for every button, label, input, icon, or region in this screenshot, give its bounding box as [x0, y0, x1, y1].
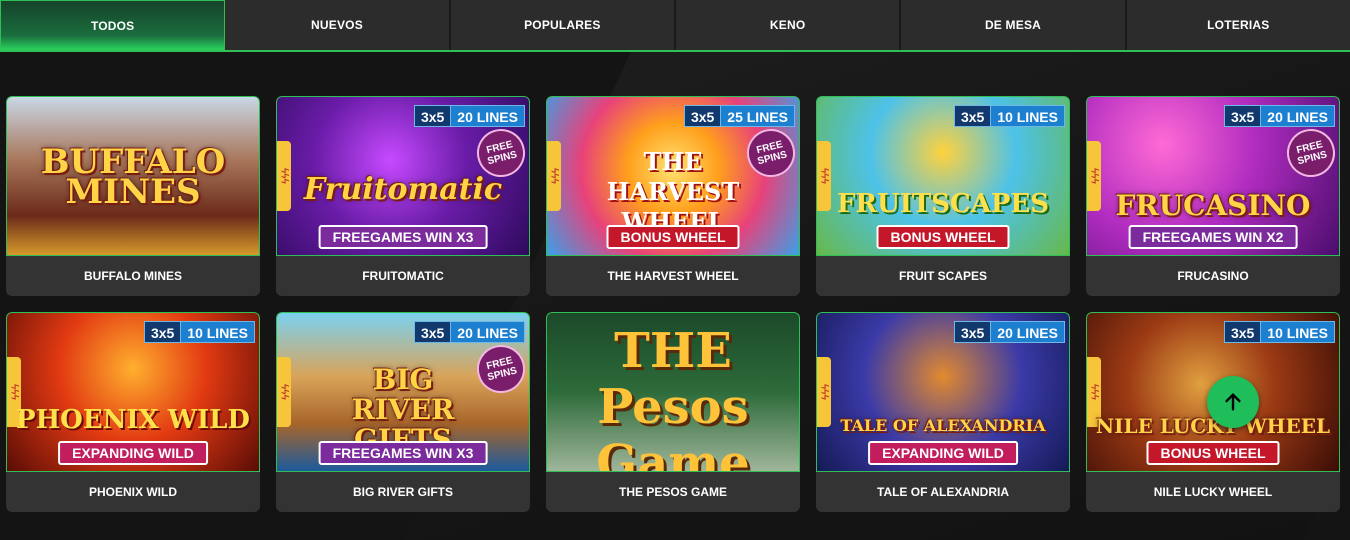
game-logo: FRUITSCAPES	[836, 189, 1050, 219]
game-title[interactable]: BUFFALO MINES	[6, 256, 260, 296]
lines-badge: 3x5 25 LINES	[683, 105, 795, 127]
game-title[interactable]: THE PESOS GAME	[546, 472, 800, 512]
game-title[interactable]: FRUCASINO	[1086, 256, 1340, 296]
category-tabs: TODOS NUEVOS POPULARES KENO DE MESA LOTE…	[0, 0, 1350, 52]
feature-banner: EXPANDING WILD	[868, 441, 1018, 465]
game-thumbnail[interactable]: ϟϟϟ 3x5 20 LINES FREE SPINS FRUCASINO FRE…	[1086, 96, 1340, 256]
game-thumbnail[interactable]: ϟϟϟ 3x5 10 LINES FRUITSCAPES BONUS WHEEL	[816, 96, 1070, 256]
game-thumbnail[interactable]: ϟϟϟ 3x5 20 LINES FREE SPINS BIG RIVER GIF…	[276, 312, 530, 472]
game-logo: Fruitomatic	[303, 172, 503, 207]
game-logo: THE HARVEST WHEEL	[606, 147, 740, 236]
game-title[interactable]: THE HARVEST WHEEL	[546, 256, 800, 296]
feature-banner: FREEGAMES WIN X3	[318, 225, 488, 249]
lines-badge: 3x5 10 LINES	[953, 105, 1065, 127]
game-card-pesos-game[interactable]: THE Pesos Game THE PESOS GAME	[546, 312, 800, 512]
game-title[interactable]: BIG RIVER GIFTS	[276, 472, 530, 512]
game-thumbnail[interactable]: ϟϟϟ 3x5 20 LINES TALE OF ALEXANDRIA EXPAN…	[816, 312, 1070, 472]
game-title[interactable]: PHOENIX WILD	[6, 472, 260, 512]
game-card-big-river-gifts[interactable]: ϟϟϟ 3x5 20 LINES FREE SPINS BIG RIVER GIF…	[276, 312, 530, 512]
game-card-phoenix-wild[interactable]: ϟϟϟ 3x5 10 LINES PHOENIX WILD EXPANDING W…	[6, 312, 260, 512]
game-logo: PHOENIX WILD	[16, 405, 250, 435]
game-card-buffalo-mines[interactable]: BUFFALO MINES BUFFALO MINES	[6, 96, 260, 296]
game-thumbnail[interactable]: ϟϟϟ 3x5 10 LINES PHOENIX WILD EXPANDING W…	[6, 312, 260, 472]
game-card-fruit-scapes[interactable]: ϟϟϟ 3x5 10 LINES FRUITSCAPES BONUS WHEEL …	[816, 96, 1070, 296]
games-grid: BUFFALO MINES BUFFALO MINES ϟϟϟ 3x5 20 LI…	[6, 96, 1340, 512]
arrow-up-icon	[1225, 393, 1241, 411]
tab-de-mesa[interactable]: DE MESA	[901, 0, 1127, 50]
game-thumbnail[interactable]: ϟϟϟ 3x5 25 LINES FREE SPINS THE HARVEST W…	[546, 96, 800, 256]
tab-keno[interactable]: KENO	[675, 0, 902, 50]
game-card-frucasino[interactable]: ϟϟϟ 3x5 20 LINES FREE SPINS FRUCASINO FRE…	[1086, 96, 1340, 296]
game-logo: BUFFALO MINES	[40, 142, 226, 212]
game-thumbnail[interactable]: ϟϟϟ 3x5 20 LINES FREE SPINS Fruitomatic F…	[276, 96, 530, 256]
feature-banner: BONUS WHEEL	[876, 225, 1010, 249]
lines-badge: 3x5 10 LINES	[143, 321, 255, 343]
lines-badge: 3x5 20 LINES	[953, 321, 1065, 343]
feature-banner: BONUS WHEEL	[1146, 441, 1280, 465]
free-spins-badge: FREE SPINS	[1281, 123, 1339, 183]
back-to-top-button[interactable]	[1207, 376, 1259, 428]
lines-badge: 3x5 10 LINES	[1223, 321, 1335, 343]
feature-banner: EXPANDING WILD	[58, 441, 208, 465]
feature-banner: FREEGAMES WIN X3	[318, 441, 488, 465]
tab-todos[interactable]: TODOS	[0, 0, 226, 50]
game-logo: THE Pesos Game	[596, 323, 750, 472]
game-thumbnail[interactable]: THE Pesos Game	[546, 312, 800, 472]
game-logo: TALE OF ALEXANDRIA	[840, 416, 1046, 435]
lines-badge: 3x5 20 LINES	[1223, 105, 1335, 127]
game-title[interactable]: TALE OF ALEXANDRIA	[816, 472, 1070, 512]
game-thumbnail[interactable]: BUFFALO MINES	[6, 96, 260, 256]
feature-banner: FREEGAMES WIN X2	[1128, 225, 1298, 249]
lines-badge: 3x5 20 LINES	[413, 321, 525, 343]
game-title[interactable]: NILE LUCKY WHEEL	[1086, 472, 1340, 512]
tab-populares[interactable]: POPULARES	[450, 0, 676, 50]
lines-badge: 3x5 20 LINES	[413, 105, 525, 127]
game-card-harvest-wheel[interactable]: ϟϟϟ 3x5 25 LINES FREE SPINS THE HARVEST W…	[546, 96, 800, 296]
tab-loterias[interactable]: LOTERIAS	[1126, 0, 1350, 50]
game-logo: FRUCASINO	[1115, 189, 1311, 222]
game-card-tale-of-alexandria[interactable]: ϟϟϟ 3x5 20 LINES TALE OF ALEXANDRIA EXPAN…	[816, 312, 1070, 512]
game-card-fruitomatic[interactable]: ϟϟϟ 3x5 20 LINES FREE SPINS Fruitomatic F…	[276, 96, 530, 296]
game-title[interactable]: FRUITOMATIC	[276, 256, 530, 296]
game-title[interactable]: FRUIT SCAPES	[816, 256, 1070, 296]
tab-nuevos[interactable]: NUEVOS	[225, 0, 451, 50]
feature-banner: BONUS WHEEL	[606, 225, 740, 249]
